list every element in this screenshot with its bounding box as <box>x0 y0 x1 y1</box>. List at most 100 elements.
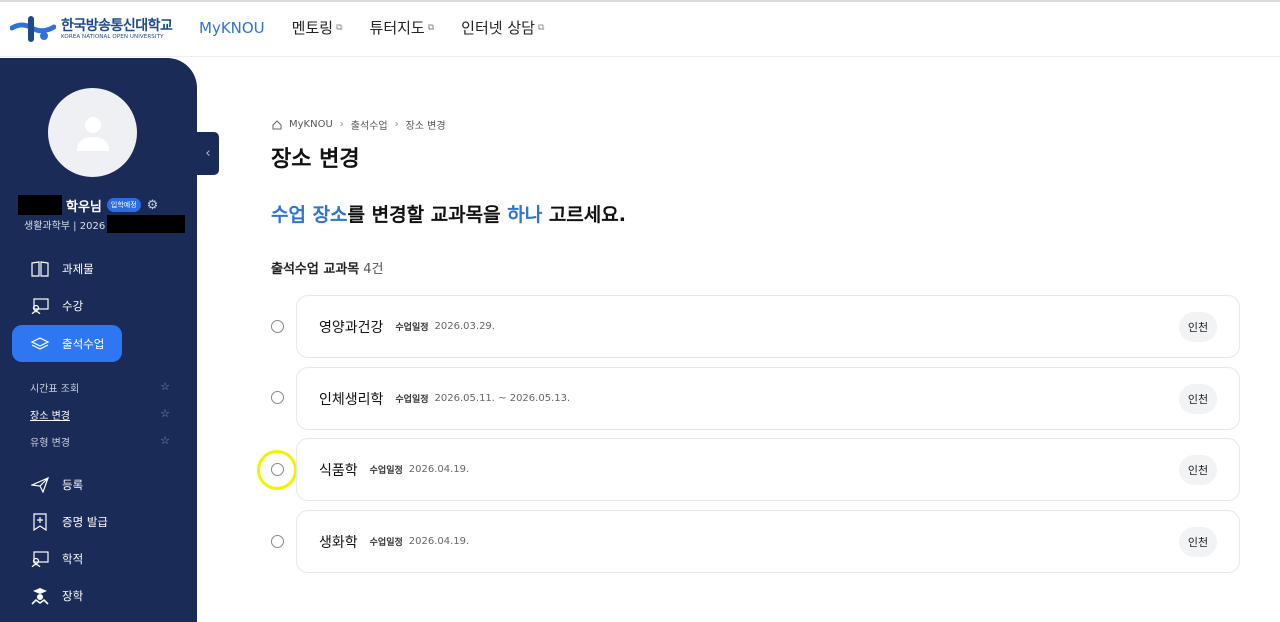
sidebar-item-label: 등록 <box>62 477 84 492</box>
star-icon[interactable]: ☆ <box>160 434 170 449</box>
sidebar-item-assignments[interactable]: 과제물 <box>12 250 182 287</box>
highlight-annotation <box>257 450 297 490</box>
course-date: 2026.05.11. ~ 2026.05.13. <box>434 393 571 404</box>
course-list-title-text: 출석수업 교과목 <box>271 262 360 277</box>
schedule-label: 수업일정 <box>395 395 429 405</box>
logo-mark-icon <box>10 16 56 42</box>
location-badge: 인천 <box>1179 455 1217 485</box>
breadcrumb-item[interactable]: 출석수업 <box>351 117 388 132</box>
nav-tutoring-label: 튜터지도 <box>369 19 425 37</box>
nav-mentoring-label: 멘토링 <box>291 19 334 37</box>
schedule-label: 수업일정 <box>395 323 429 333</box>
university-logo[interactable]: 한국방송통신대학교 KOREA NATIONAL OPEN UNIVERSITY <box>10 14 173 44</box>
course-card[interactable]: 생화학 수업일정 2026.04.19. 인천 <box>296 510 1240 573</box>
instruction-text: 수업 장소를 변경할 교과목을 하나 고르세요. <box>271 200 626 227</box>
course-date: 2026.04.19. <box>408 464 470 475</box>
instruction-highlight: 수업 장소 <box>271 204 348 226</box>
course-date: 2026.04.19. <box>408 536 470 547</box>
breadcrumb-item[interactable]: MyKNOU <box>289 119 333 130</box>
top-navigation: 한국방송통신대학교 KOREA NATIONAL OPEN UNIVERSITY… <box>0 0 1280 57</box>
sidebar-item-academic-record[interactable]: 학적 <box>12 540 182 577</box>
top-border <box>0 0 1280 2</box>
submenu-label: 유형 변경 <box>30 438 70 449</box>
course-name: 생화학 <box>319 534 358 551</box>
course-card[interactable]: 식품학 수업일정 2026.04.19. 인천 <box>296 438 1240 501</box>
course-name: 식품학 <box>319 462 358 479</box>
course-card[interactable]: 인체생리학 수업일정 2026.05.11. ~ 2026.05.13. 인천 <box>296 367 1240 430</box>
sidebar-item-scholarship[interactable]: 장학 <box>12 577 182 614</box>
sidebar-item-attendance[interactable]: 출석수업 <box>12 325 122 362</box>
course-name: 인체생리학 <box>319 391 384 408</box>
sidebar-item-registration[interactable]: 등록 <box>12 466 182 503</box>
home-icon[interactable] <box>272 119 282 130</box>
course-name: 영양과건강 <box>319 319 384 336</box>
redacted-name <box>18 195 62 215</box>
schedule-label: 수업일정 <box>369 466 403 476</box>
sidebar-item-label: 수강 <box>62 298 84 313</box>
course-list-title: 출석수업 교과목 4건 <box>271 258 383 277</box>
scholarship-icon <box>30 587 50 605</box>
logo-english-text: KOREA NATIONAL OPEN UNIVERSITY <box>61 33 164 40</box>
user-info: 학우님 입학예정 ⚙ <box>18 195 158 215</box>
department-text: 생활과학부 | 2026 <box>24 220 106 232</box>
department-info: 생활과학부 | 2026 <box>24 215 186 233</box>
course-card[interactable]: 영양과건강 수업일정 2026.03.29. 인천 <box>296 295 1240 358</box>
course-date: 2026.03.29. <box>434 321 495 332</box>
star-icon[interactable]: ☆ <box>160 380 170 395</box>
location-badge: 인천 <box>1179 527 1217 557</box>
nav-myknou[interactable]: MyKNOU <box>199 17 265 38</box>
course-radio[interactable] <box>271 320 284 333</box>
breadcrumb-item: 장소 변경 <box>405 121 446 132</box>
submenu-timetable[interactable]: 시간표 조회 ☆ <box>30 380 170 395</box>
page-title: 장소 변경 <box>271 147 360 172</box>
user-name: 학우님 <box>66 199 102 215</box>
instruction-highlight: 하나 <box>507 204 543 226</box>
paper-plane-icon <box>30 476 50 494</box>
schedule-label: 수업일정 <box>369 538 403 548</box>
sidebar-item-courses[interactable]: 수강 <box>12 287 182 324</box>
location-badge: 인천 <box>1179 312 1217 342</box>
nav-mentoring[interactable]: 멘토링 ⧉ <box>292 17 343 38</box>
sidebar-item-label: 과제물 <box>62 261 94 276</box>
instruction-part: 를 변경할 교과목을 <box>347 204 508 226</box>
external-link-icon: ⧉ <box>427 22 435 33</box>
sidebar-item-label: 장학 <box>62 588 84 603</box>
course-radio[interactable] <box>271 391 284 404</box>
sidebar-item-label: 학적 <box>62 551 84 566</box>
gear-icon[interactable]: ⚙ <box>147 198 159 213</box>
attendance-icon <box>30 335 50 353</box>
sidebar: 학우님 입학예정 ⚙ 생활과학부 | 2026 과제물 수강 출석수업 시간표 … <box>0 58 197 622</box>
instruction-part: 고르세요. <box>542 204 626 226</box>
star-icon[interactable]: ☆ <box>160 407 170 422</box>
chevron-left-icon: ‹ <box>205 146 211 161</box>
sidebar-item-label: 출석수업 <box>62 336 105 351</box>
nav-online-counsel-label: 인터넷 상담 <box>461 19 535 37</box>
lecture-icon <box>30 297 50 315</box>
course-radio[interactable] <box>271 535 284 548</box>
logo-korean-text: 한국방송통신대학교 <box>61 17 173 34</box>
avatar <box>48 88 137 177</box>
nav-online-counsel[interactable]: 인터넷 상담 ⧉ <box>461 17 544 38</box>
submenu-change-location[interactable]: 장소 변경 ☆ <box>30 407 170 422</box>
breadcrumb: MyKNOU › 출석수업 › 장소 변경 <box>272 117 446 132</box>
nav-tutoring[interactable]: 튜터지도 ⧉ <box>370 17 435 38</box>
certificate-icon <box>30 512 50 531</box>
submenu-change-type[interactable]: 유형 변경 ☆ <box>30 434 170 449</box>
external-link-icon: ⧉ <box>537 22 545 33</box>
sidebar-item-certificate[interactable]: 증명 발급 <box>12 503 182 540</box>
sidebar-collapse-button[interactable]: ‹ <box>197 132 219 175</box>
chevron-right-icon: › <box>339 119 344 130</box>
course-count: 4건 <box>363 262 384 277</box>
main-nav: MyKNOU 멘토링 ⧉ 튜터지도 ⧉ 인터넷 상담 ⧉ <box>199 17 571 38</box>
status-badge: 입학예정 <box>106 198 141 212</box>
redacted-student-id <box>107 215 186 233</box>
submenu-label: 장소 변경 <box>30 411 70 422</box>
location-badge: 인천 <box>1179 384 1217 414</box>
sidebar-item-label: 증명 발급 <box>62 514 108 529</box>
record-icon <box>30 550 50 568</box>
user-icon <box>76 116 109 151</box>
chevron-right-icon: › <box>394 119 399 130</box>
submenu-label: 시간표 조회 <box>30 384 80 395</box>
external-link-icon: ⧉ <box>336 22 343 33</box>
book-icon <box>30 260 50 278</box>
